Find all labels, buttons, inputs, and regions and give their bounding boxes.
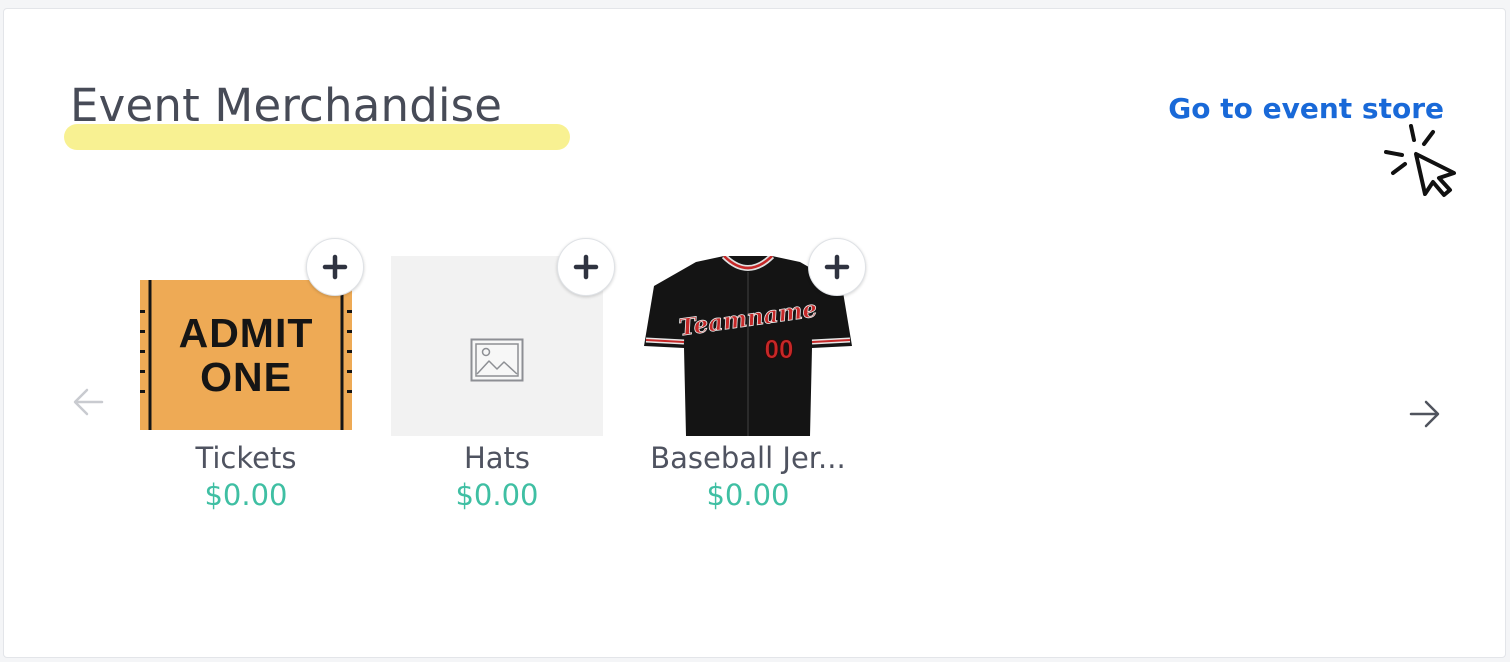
plus-icon: [573, 254, 599, 280]
jersey-number-text: 00: [765, 334, 794, 364]
pointer-click-icon: [1384, 124, 1456, 197]
go-to-store-link[interactable]: Go to event store: [1168, 92, 1444, 125]
next-button[interactable]: [1402, 392, 1446, 436]
arrow-right-icon: [1409, 400, 1440, 428]
ticket-line-2: ONE: [200, 354, 292, 400]
plus-icon: [824, 254, 850, 280]
product-name: Tickets: [195, 441, 297, 475]
image-placeholder-icon: [470, 338, 524, 382]
section-header: Event Merchandise: [64, 78, 570, 154]
section-title: Event Merchandise: [70, 79, 503, 132]
add-tickets-button[interactable]: [306, 238, 364, 296]
product-name: Hats: [463, 441, 531, 475]
product-price: $0.00: [455, 478, 539, 512]
previous-button[interactable]: [68, 380, 112, 424]
ticket-line-1: ADMIT: [178, 310, 314, 356]
add-hats-button[interactable]: [557, 238, 615, 296]
arrow-left-icon: [73, 388, 104, 416]
plus-icon: [322, 254, 348, 280]
add-baseball-jersey-button[interactable]: [808, 238, 866, 296]
ticket-graphic: ADMIT ONE: [140, 280, 352, 430]
product-price: $0.00: [204, 478, 288, 512]
product-price: $0.00: [706, 478, 790, 512]
product-name: Baseball Jer...: [650, 441, 846, 475]
